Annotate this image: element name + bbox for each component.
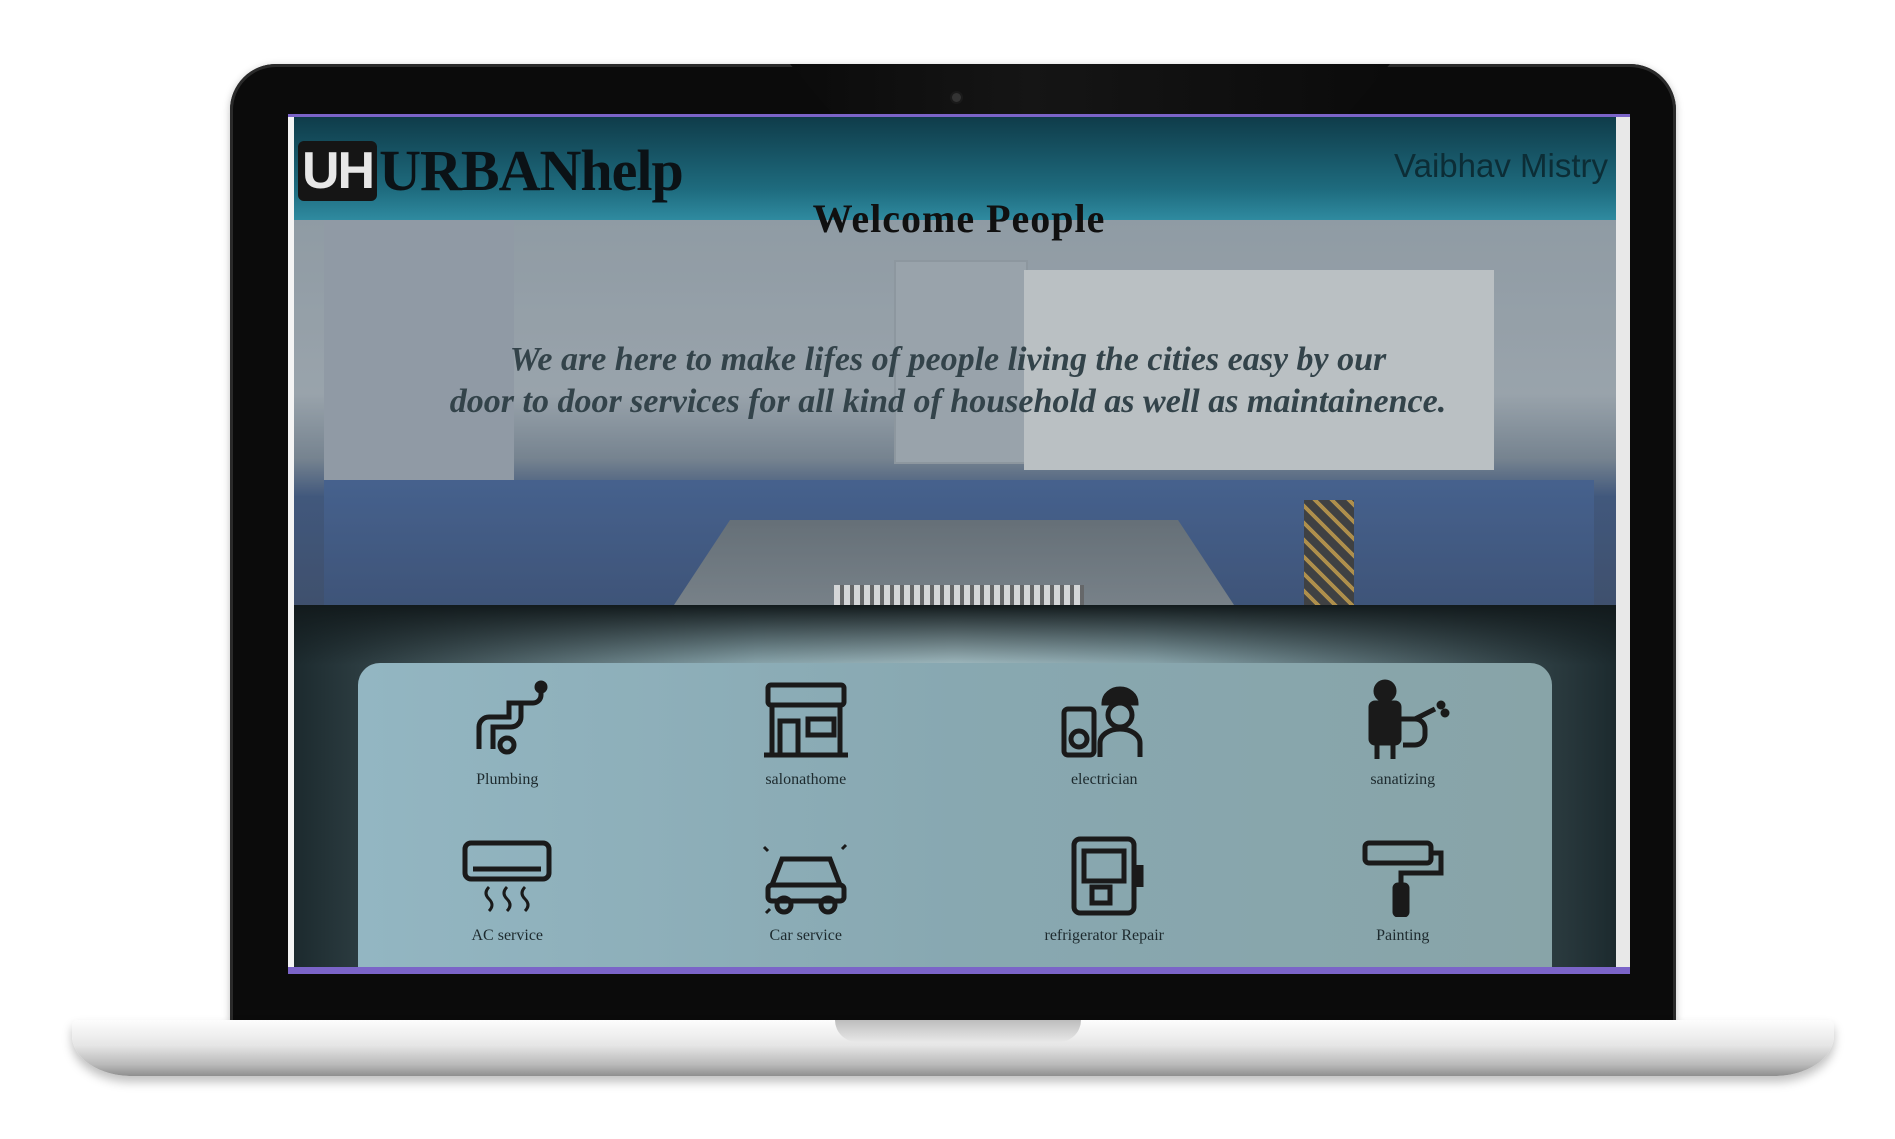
service-label: sanatizing <box>1370 771 1436 788</box>
service-label: electrician <box>1070 771 1138 788</box>
service-car[interactable]: Car service <box>657 819 956 967</box>
refrigerator-icon <box>1071 836 1144 916</box>
service-label: salonathome <box>765 771 847 788</box>
salon-storefront-icon <box>763 682 848 758</box>
service-label: Painting <box>1376 927 1430 944</box>
brand-mark: UH <box>298 140 378 201</box>
plumbing-pipe-icon <box>476 680 548 755</box>
webcam-icon <box>952 93 961 102</box>
service-label: refrigerator Repair <box>1044 927 1164 944</box>
service-salon[interactable]: salonathome <box>657 663 956 819</box>
laptop-screen: UH URBANhelp Vaibhav Mistry Welcome Peop… <box>288 114 1630 974</box>
service-painting[interactable]: Painting <box>1254 819 1553 967</box>
service-sanitizing[interactable]: sanatizing <box>1254 663 1553 819</box>
service-plumbing[interactable]: Plumbing <box>358 663 657 819</box>
hero-tagline: We are here to make lifes of people livi… <box>318 339 1578 423</box>
brand-logo[interactable]: UH URBANhelp <box>298 137 684 204</box>
brand-name: URBANhelp <box>379 138 684 203</box>
service-label: Plumbing <box>476 771 539 788</box>
tagline-line-2: door to door services for all kind of ho… <box>449 383 1447 420</box>
car-service-icon <box>762 843 847 915</box>
user-name-link[interactable]: Vaibhav Mistry <box>1394 147 1608 185</box>
service-refrigerator[interactable]: refrigerator Repair <box>955 819 1254 967</box>
service-label: AC service <box>471 927 544 944</box>
sanitizing-sprayer-icon <box>1368 679 1450 759</box>
tagline-line-1: We are here to make lifes of people livi… <box>509 341 1387 378</box>
service-ac[interactable]: AC service <box>358 819 657 967</box>
services-section: Plumbing salonathome electrician sanatiz… <box>294 605 1616 967</box>
laptop-notch <box>835 1020 1081 1042</box>
electrician-icon <box>1061 686 1143 758</box>
service-electrician[interactable]: electrician <box>955 663 1254 819</box>
hero-heading: Welcome People <box>812 196 1106 241</box>
service-label: Car service <box>769 927 842 944</box>
bezel-glare <box>790 64 1390 120</box>
air-conditioner-icon <box>462 840 552 913</box>
paint-roller-icon <box>1362 840 1444 917</box>
scrollbar[interactable] <box>1616 117 1630 967</box>
services-grid: Plumbing salonathome electrician sanatiz… <box>358 663 1553 967</box>
